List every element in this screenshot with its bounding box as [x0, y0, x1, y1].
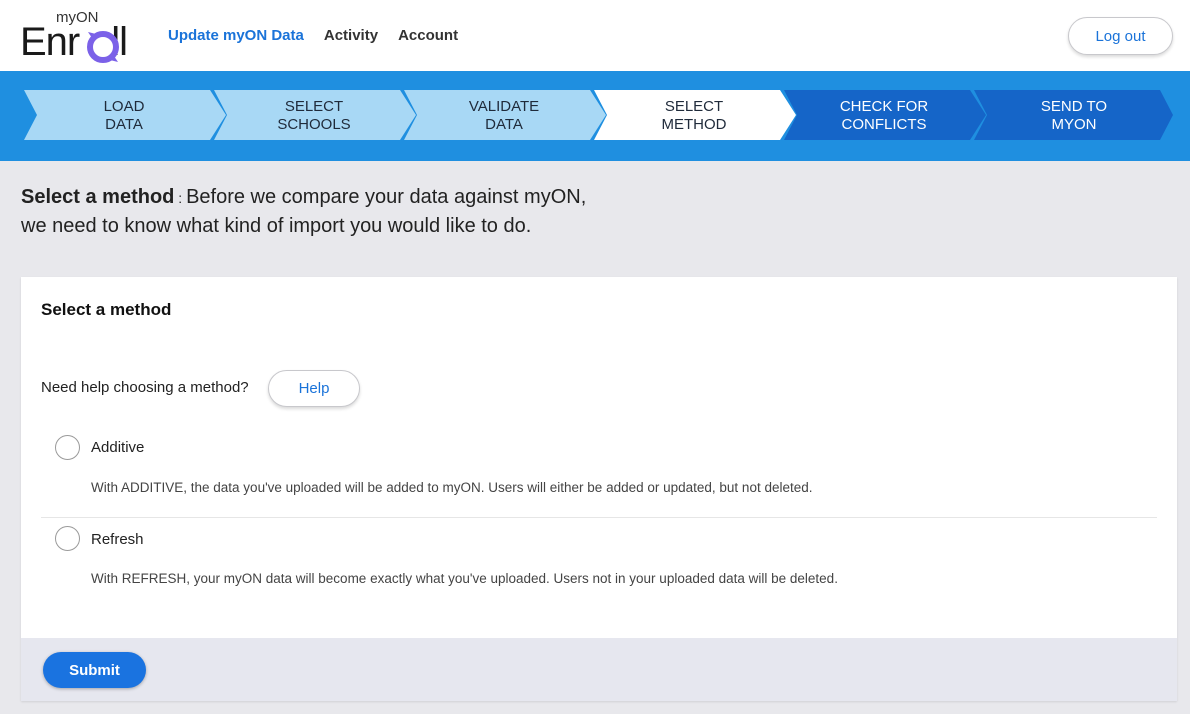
help-button[interactable]: Help	[268, 370, 360, 407]
intro-line2: we need to know what kind of import you …	[21, 215, 532, 237]
step-check-for-conflicts: CHECK FOR CONFLICTS	[839, 98, 929, 133]
card-title: Select a method	[41, 300, 172, 319]
step-send-to-myon: SEND TO MYON	[1040, 98, 1108, 133]
refresh-label[interactable]: Refresh	[91, 531, 144, 548]
nav-activity[interactable]: Activity	[324, 27, 378, 44]
refresh-radio[interactable]	[55, 526, 80, 551]
step-load-data: LOAD DATA	[103, 98, 145, 133]
nav-update-myon-data[interactable]: Update myON Data	[168, 27, 304, 44]
method-card: Select a method Need help choosing a met…	[21, 277, 1177, 701]
myon-enroll-logo[interactable]: myON Enr ll	[20, 8, 145, 66]
option-divider	[41, 517, 1157, 518]
additive-description: With ADDITIVE, the data you've uploaded …	[91, 480, 813, 495]
logo-ring-icon	[87, 31, 119, 63]
intro-heading: Select a method	[21, 186, 175, 208]
intro-text: Select a method : Before we compare your…	[21, 183, 586, 240]
step-validate-data: VALIDATE DATA	[468, 98, 540, 133]
intro-line1: Before we compare your data against myON…	[186, 186, 587, 208]
top-bar: myON Enr ll Update myON Data Activity Acc…	[0, 0, 1190, 71]
refresh-description: With REFRESH, your myON data will become…	[91, 571, 838, 586]
progress-stepper: LOAD DATA SELECT SCHOOLS VALIDATE DATA SELE…	[0, 71, 1190, 161]
additive-radio[interactable]	[55, 435, 80, 460]
step-select-schools: SELECT SCHOOLS	[277, 98, 351, 133]
intro-separator: :	[174, 190, 187, 206]
additive-label[interactable]: Additive	[91, 439, 144, 456]
card-footer: Submit	[21, 638, 1177, 701]
help-prompt: Need help choosing a method?	[41, 379, 249, 396]
step-select-method: SELECT METHOD	[661, 98, 727, 133]
logout-button[interactable]: Log out	[1068, 17, 1173, 55]
submit-button[interactable]: Submit	[43, 652, 146, 688]
nav-account[interactable]: Account	[398, 27, 458, 44]
main-nav: Update myON Data Activity Account	[168, 27, 458, 44]
